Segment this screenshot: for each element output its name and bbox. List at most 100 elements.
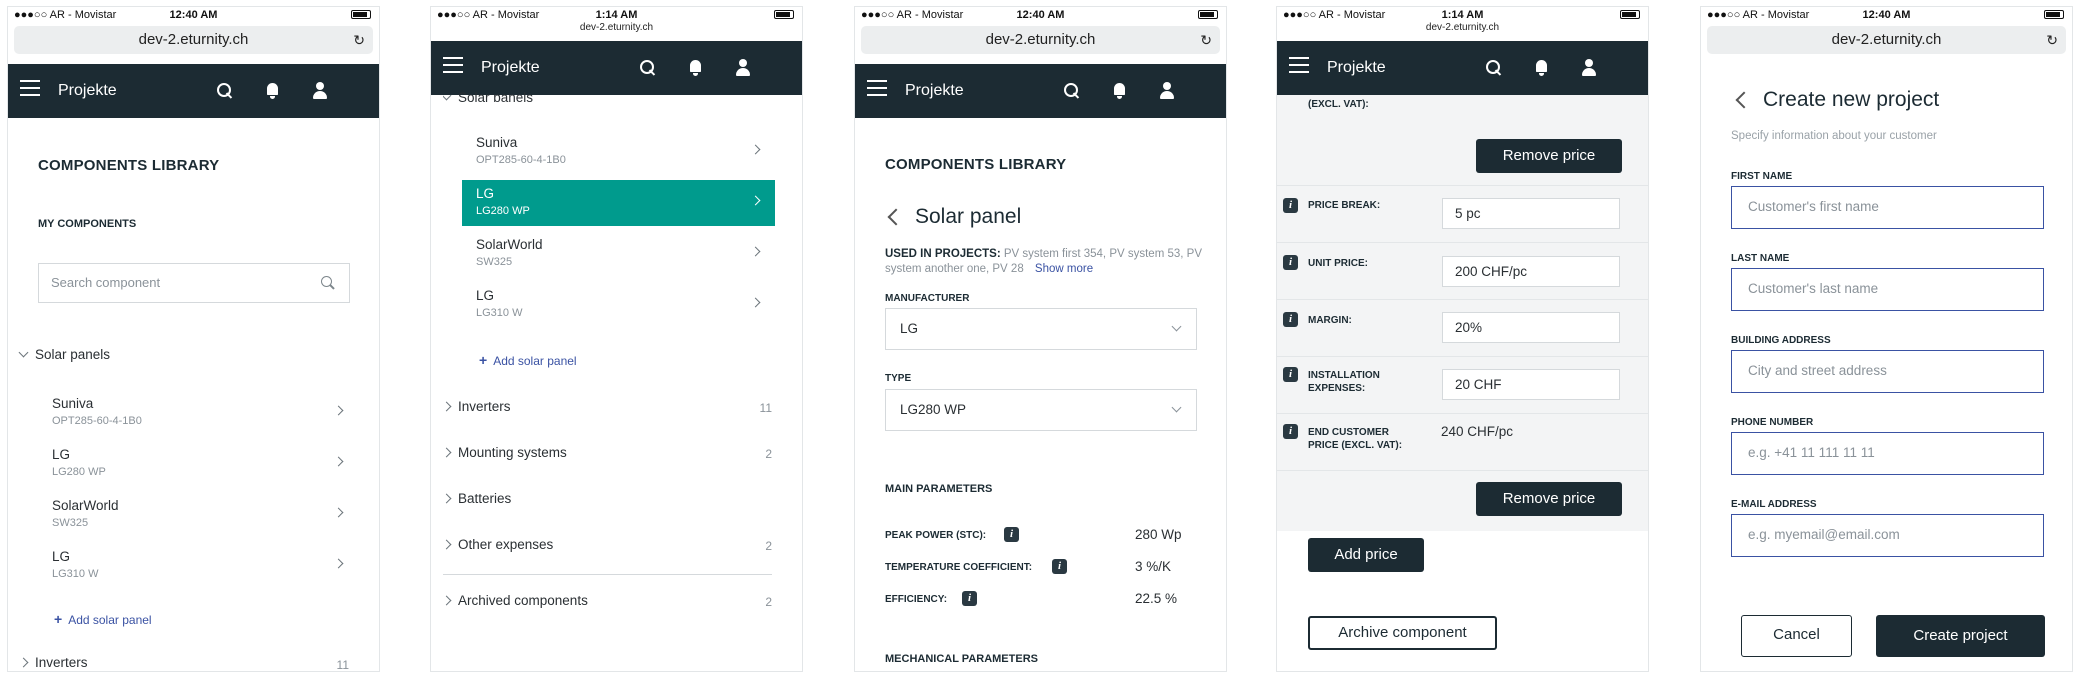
list-item[interactable]: LG LG310 W [38, 543, 358, 589]
address-bar[interactable]: dev-2.eturnity.ch ↻ [861, 26, 1220, 54]
menu-icon[interactable] [20, 80, 40, 98]
group-solar-panels[interactable]: Solar panels [18, 347, 110, 362]
param-value: 22.5 % [1135, 591, 1178, 606]
group-archived-components[interactable]: Archived components [441, 593, 588, 608]
chevron-right-icon [333, 558, 344, 569]
list-item[interactable]: LG LG310 W [462, 282, 775, 328]
address-bar[interactable]: dev-2.eturnity.ch ↻ [1707, 26, 2066, 54]
remove-price-button[interactable]: Remove price [1476, 139, 1622, 173]
first-name-label: FIRST NAME [1731, 171, 1793, 182]
search-placeholder: Search component [51, 275, 161, 290]
menu-icon[interactable] [867, 80, 887, 98]
group-other-expenses[interactable]: Other expenses [441, 537, 553, 552]
group-mounting-systems[interactable]: Mounting systems [441, 445, 567, 460]
nav-title: Projekte [481, 59, 540, 76]
chevron-right-icon [333, 507, 344, 518]
installation-input[interactable]: 20 CHF [1442, 369, 1620, 400]
back-arrow-icon[interactable] [887, 208, 905, 226]
search-icon[interactable] [1062, 81, 1082, 101]
group-inverters[interactable]: Inverters [441, 399, 511, 414]
clock: 12:40 AM [1016, 9, 1065, 21]
remove-price-button[interactable]: Remove price [1476, 482, 1622, 516]
bell-icon[interactable] [1110, 81, 1130, 101]
user-icon[interactable] [733, 58, 753, 78]
chevron-down-icon [1171, 321, 1182, 332]
list-item[interactable]: SolarWorld SW325 [462, 231, 775, 277]
param-label: EFFICIENCY: [885, 594, 948, 605]
archive-component-button[interactable]: Archive component [1308, 616, 1497, 650]
bell-icon[interactable] [686, 58, 706, 78]
cancel-button[interactable]: Cancel [1741, 615, 1852, 657]
info-icon[interactable]: i [1283, 424, 1298, 439]
email-field[interactable]: e.g. myemail@email.com [1731, 514, 2044, 557]
menu-icon[interactable] [1289, 57, 1309, 75]
clock: 1:14 AM [595, 9, 638, 21]
url-text[interactable]: dev-2.eturnity.ch [1277, 22, 1648, 33]
info-icon[interactable]: i [1283, 198, 1298, 213]
add-solar-panel-link[interactable]: + Add solar panel [54, 611, 152, 627]
address-field[interactable]: City and street address [1731, 350, 2044, 393]
last-name-field[interactable]: Customer's last name [1731, 268, 2044, 311]
search-icon[interactable] [638, 58, 658, 78]
search-input[interactable]: Search component [38, 263, 350, 303]
info-icon[interactable]: i [1283, 312, 1298, 327]
type-select[interactable]: LG280 WP [885, 389, 1197, 431]
divider [443, 574, 772, 575]
back-arrow-icon[interactable] [1735, 91, 1753, 109]
user-icon[interactable] [1579, 58, 1599, 78]
screen-components-library: ●●●○○ AR - Movistar 12:40 AM dev-2.eturn… [7, 6, 380, 672]
address-bar[interactable]: dev-2.eturnity.ch ↻ [14, 26, 373, 54]
create-project-button[interactable]: Create project [1876, 615, 2045, 657]
reload-icon[interactable]: ↻ [1200, 26, 1212, 54]
chevron-right-icon [441, 447, 452, 458]
group-count: 2 [765, 595, 772, 609]
list-item[interactable]: LG LG280 WP [38, 441, 358, 487]
search-icon[interactable] [215, 81, 235, 101]
url-text[interactable]: dev-2.eturnity.ch [431, 22, 802, 33]
group-inverters[interactable]: Inverters [18, 655, 88, 670]
last-name-label: LAST NAME [1731, 253, 1790, 264]
bell-icon[interactable] [263, 81, 283, 101]
info-icon[interactable]: i [1283, 367, 1298, 382]
first-name-field[interactable]: Customer's first name [1731, 186, 2044, 229]
chevron-right-icon [18, 657, 29, 668]
plus-icon: + [479, 352, 488, 368]
user-icon[interactable] [1157, 81, 1177, 101]
manufacturer-select[interactable]: LG [885, 308, 1197, 350]
show-more-link[interactable]: Show more [1035, 263, 1093, 275]
screen-solar-panel-detail: ●●●○○ AR - Movistar 12:40 AM dev-2.eturn… [854, 6, 1227, 672]
info-icon[interactable]: i [1283, 255, 1298, 270]
reload-icon[interactable]: ↻ [2046, 26, 2058, 54]
status-bar: ●●●○○ AR - Movistar 12:40 AM [1701, 7, 2072, 25]
list-item[interactable]: Suniva OPT285-60-4-1B0 [462, 129, 775, 175]
manufacturer-label: MANUFACTURER [885, 293, 970, 304]
group-solar-panels[interactable]: Solar panels [443, 90, 533, 102]
search-icon [321, 276, 335, 290]
group-batteries[interactable]: Batteries [441, 491, 511, 506]
user-icon[interactable] [310, 81, 330, 101]
reload-icon[interactable]: ↻ [353, 26, 365, 54]
phone-field[interactable]: e.g. +41 11 111 11 11 [1731, 432, 2044, 475]
list-item-selected[interactable]: LG LG280 WP [462, 180, 775, 226]
bell-icon[interactable] [1532, 58, 1552, 78]
info-icon[interactable]: i [1052, 559, 1067, 574]
add-solar-panel-link[interactable]: + Add solar panel [479, 352, 577, 368]
battery-icon [2044, 8, 2064, 20]
group-count: 2 [765, 447, 772, 461]
list-item[interactable]: SolarWorld SW325 [38, 492, 358, 538]
info-icon[interactable]: i [1004, 527, 1019, 542]
add-price-button[interactable]: Add price [1308, 538, 1424, 572]
margin-input[interactable]: 20% [1442, 312, 1620, 343]
chevron-right-icon [750, 195, 761, 206]
unit-price-input[interactable]: 200 CHF/pc [1442, 256, 1620, 287]
detail-title: Solar panel [915, 205, 1022, 228]
info-icon[interactable]: i [962, 591, 977, 606]
price-break-input[interactable]: 5 pc [1442, 198, 1620, 229]
top-navbar: Projekte [855, 64, 1226, 118]
menu-icon[interactable] [443, 57, 463, 75]
list-item[interactable]: Suniva OPT285-60-4-1B0 [38, 390, 358, 436]
price-row: i END CUSTOMER PRICE (EXCL. VAT): 240 CH… [1277, 414, 1648, 471]
search-icon[interactable] [1484, 58, 1504, 78]
chevron-down-icon [443, 90, 452, 101]
email-label: E-MAIL ADDRESS [1731, 499, 1817, 510]
